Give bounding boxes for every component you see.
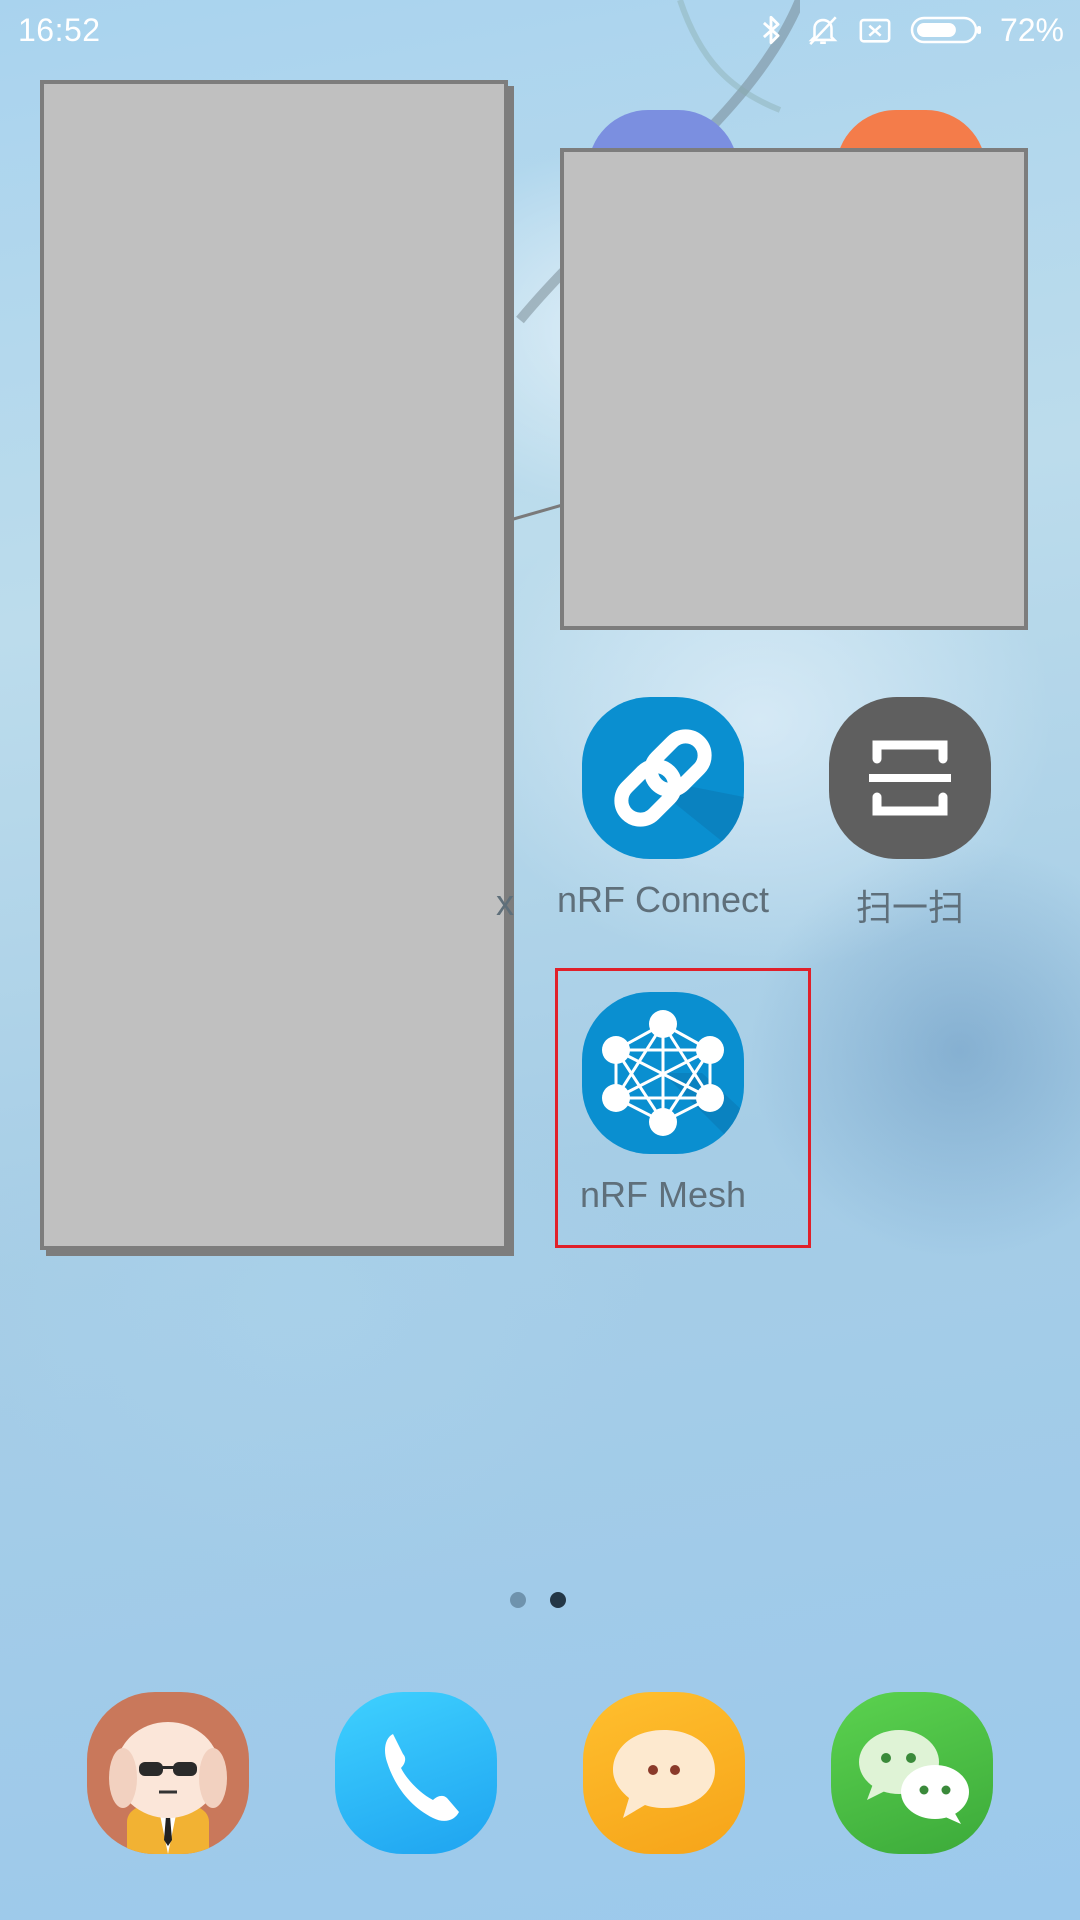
scan-frame-icon (829, 697, 991, 859)
status-icons: 72% (754, 10, 1064, 50)
wechat-icon (859, 1730, 969, 1824)
redacted-area (560, 148, 1028, 630)
linked-chain-icon (582, 697, 744, 859)
messages-bubble-icon (613, 1730, 715, 1818)
dock-app-messages[interactable] (583, 1692, 745, 1854)
page-indicator (510, 1592, 566, 1608)
page-dot-active[interactable] (550, 1592, 566, 1608)
status-bar: 16:52 72% (0, 0, 1080, 62)
battery-icon (910, 16, 981, 44)
dock-app-mascot[interactable] (87, 1692, 249, 1854)
app-label: 扫一扫 (855, 887, 964, 928)
app-label: nRF Connect (556, 879, 770, 920)
phone-icon (385, 1734, 459, 1821)
truncated-app-label: x (496, 882, 514, 923)
highlight-box (555, 968, 811, 1248)
bluetooth-icon (762, 15, 780, 45)
page-dot[interactable] (510, 1592, 526, 1608)
status-time: 16:52 (18, 12, 101, 48)
app-nrf-connect[interactable]: nRF Connect (543, 697, 783, 921)
bell-muted-icon (808, 16, 838, 46)
dock-app-phone[interactable] (335, 1692, 497, 1854)
battery-percent: 72% (999, 11, 1064, 48)
no-sim-icon (859, 18, 891, 43)
redacted-area (40, 80, 508, 1250)
dock-app-wechat[interactable] (831, 1692, 993, 1854)
mascot-dog-icon (109, 1722, 227, 1854)
app-scan[interactable]: 扫一扫 (790, 697, 1030, 931)
